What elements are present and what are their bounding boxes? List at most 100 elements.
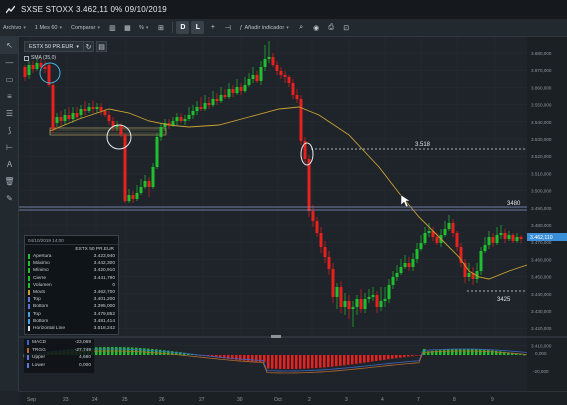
info-key: Bottom (33, 304, 49, 310)
info-row: Bottom 3.481,414 (25, 318, 118, 325)
pattern-tool-icon[interactable]: ⟆ (0, 122, 19, 139)
candle-body (415, 249, 419, 259)
panel-resize-handle[interactable] (271, 335, 281, 338)
measure-tool-icon[interactable]: ⊢ (0, 139, 19, 156)
price-chart[interactable]: 3.880,000 3.870,000 3.860,000 3.550,000 3.54… (19, 37, 567, 391)
candle-body (35, 63, 39, 69)
info-row: Top 3.401,200 (25, 296, 118, 303)
date-tick: 30 (237, 397, 243, 403)
fx-icon: ƒ (239, 24, 243, 31)
macd-bar (287, 355, 290, 369)
candle-body (451, 223, 455, 233)
cursor-icon[interactable]: ↖ (0, 37, 19, 54)
archivo-menu[interactable]: Archivo ▾ (0, 21, 29, 35)
text-tool-icon[interactable]: A (0, 156, 19, 173)
candle-body (343, 301, 347, 307)
sma-legend[interactable]: SMA (35,0) (24, 55, 56, 61)
macd-bar (463, 349, 466, 355)
refresh-icon[interactable]: ↻ (83, 41, 94, 52)
compare-dropdown[interactable]: Comparar ▾ (68, 21, 103, 35)
macd-bar (315, 355, 318, 369)
checkbox-icon[interactable] (24, 55, 29, 61)
document-icon[interactable]: ▤ (96, 41, 107, 52)
hline-label-3425: 3425 (497, 297, 511, 303)
candle-body (359, 299, 363, 309)
info-key: Apertura (33, 254, 52, 260)
candle-body (271, 57, 275, 65)
macd-bar (247, 355, 250, 362)
macd-row: Lower 0,000 (24, 362, 94, 370)
candle-body (371, 295, 375, 297)
search-icon[interactable]: ⌕ (295, 21, 308, 34)
macd-bar (275, 355, 278, 369)
macd-bar (479, 349, 482, 355)
candle-body (287, 77, 291, 83)
fibonacci-tool-icon[interactable]: ☰ (0, 105, 19, 122)
trash-icon[interactable]: 🗑 (0, 173, 19, 190)
chart-area[interactable]: 3.880,000 3.870,000 3.860,000 3.550,000 3.54… (19, 37, 567, 391)
candle-body (391, 277, 395, 285)
percent-dropdown[interactable]: % ▾ (136, 21, 151, 35)
line-tool-icon[interactable]: — (0, 54, 19, 71)
date-tick: 4 (381, 397, 384, 403)
add-indicator-button[interactable]: ƒ Añadir indicador ▾ (236, 21, 291, 35)
crosshair-icon[interactable]: + (206, 21, 219, 34)
series-swatch (28, 325, 30, 331)
candle-body (263, 59, 267, 67)
mode-l-button[interactable]: L (191, 21, 205, 34)
candle-body (311, 211, 315, 221)
chart-type-bars-icon[interactable]: ▥ (106, 21, 119, 34)
candle-body (251, 75, 255, 79)
save-icon[interactable]: ⊡ (340, 21, 353, 34)
candle-body (491, 237, 495, 243)
macd-bar (151, 348, 154, 355)
series-swatch (27, 340, 29, 346)
candle-body (171, 121, 175, 125)
macd-bar (375, 355, 378, 361)
candle-body (83, 109, 87, 111)
candle-body (55, 117, 59, 123)
mode-d-button[interactable]: D (176, 21, 190, 34)
candle-body (91, 107, 95, 109)
magnet-icon[interactable]: ⊣ (221, 21, 234, 34)
macd-bar (267, 355, 270, 369)
series-swatch (27, 347, 29, 353)
candle-body (95, 107, 99, 109)
macd-bar (435, 350, 438, 355)
candle-body (231, 89, 235, 93)
macd-bar (391, 355, 394, 359)
grid-icon[interactable]: ▦ (121, 21, 134, 34)
macd-bar (271, 355, 274, 369)
macd-bar (467, 349, 470, 355)
macd-bar (411, 355, 414, 357)
candle-body (159, 127, 163, 137)
macd-bar (243, 355, 246, 361)
macd-bar (367, 355, 370, 363)
eye-icon[interactable]: ◉ (310, 21, 323, 34)
channel-tool-icon[interactable]: ≡ (0, 88, 19, 105)
pencil-icon[interactable]: ✎ (0, 190, 19, 207)
macd-bar (331, 355, 334, 367)
chevron-down-icon: ▾ (76, 43, 79, 50)
print-icon[interactable]: ⎙ (325, 21, 338, 34)
info-title: ESTX 50 PR.EUR (75, 246, 114, 252)
period-dropdown[interactable]: 1 Mes 60 ▾ (32, 21, 65, 35)
symbol-selector[interactable]: ESTX 50 PR.EUR ▾ (24, 41, 84, 52)
candle-body (27, 65, 31, 75)
info-row: Bottom 3.395,000 (25, 303, 118, 310)
rectangle-tool-icon[interactable]: ▭ (0, 71, 19, 88)
candle-body (47, 65, 51, 85)
info-value: 3.462,700 (93, 290, 115, 296)
macd-bar (159, 349, 162, 355)
candle-body (331, 269, 335, 297)
macd-bar (359, 355, 362, 364)
candle-body (515, 237, 519, 241)
candle-body (319, 233, 323, 247)
layout-icon[interactable]: ⊞ (154, 21, 167, 34)
info-key: Top (33, 311, 41, 317)
macd-bar (447, 349, 450, 355)
info-row: Mínimo 3.420,910 (25, 267, 118, 274)
candle-body (443, 229, 447, 235)
macd-bar (443, 349, 446, 355)
candle-body (407, 263, 411, 267)
